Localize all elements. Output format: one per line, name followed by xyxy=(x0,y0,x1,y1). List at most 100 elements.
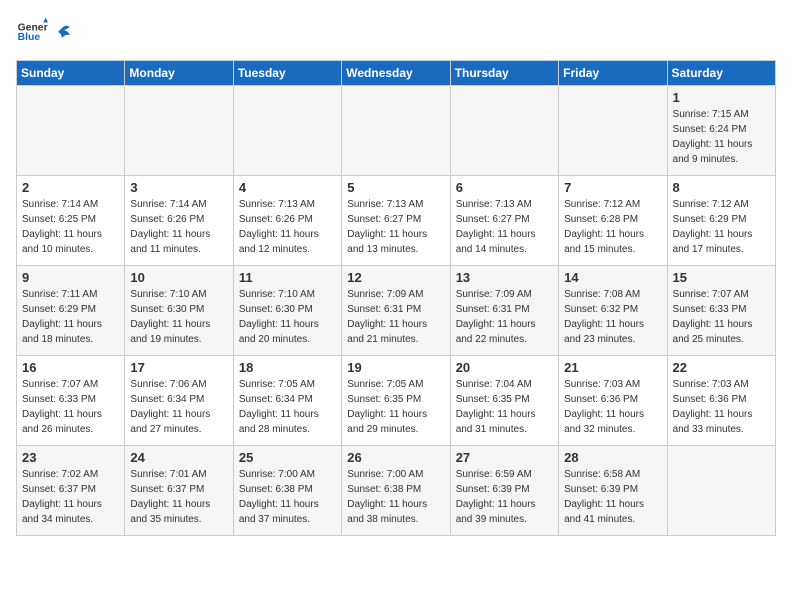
day-detail: Sunrise: 7:03 AM Sunset: 6:36 PM Dayligh… xyxy=(673,377,770,437)
calendar-cell: 20 Sunrise: 7:04 AM Sunset: 6:35 PM Dayli… xyxy=(450,356,558,446)
calendar-cell: 3 Sunrise: 7:14 AM Sunset: 6:26 PM Daylig… xyxy=(125,176,233,266)
calendar-cell: 22 Sunrise: 7:03 AM Sunset: 6:36 PM Dayli… xyxy=(667,356,775,446)
day-number: 25 xyxy=(239,450,336,465)
calendar-week-row: 23 Sunrise: 7:02 AM Sunset: 6:37 PM Dayli… xyxy=(17,446,776,536)
day-detail: Sunrise: 7:15 AM Sunset: 6:24 PM Dayligh… xyxy=(673,107,770,167)
day-number: 27 xyxy=(456,450,553,465)
day-number: 19 xyxy=(347,360,444,375)
svg-text:Blue: Blue xyxy=(18,32,41,43)
calendar-cell: 12 Sunrise: 7:09 AM Sunset: 6:31 PM Dayli… xyxy=(342,266,450,356)
calendar-cell: 15 Sunrise: 7:07 AM Sunset: 6:33 PM Dayli… xyxy=(667,266,775,356)
calendar-cell xyxy=(125,86,233,176)
calendar-cell: 5 Sunrise: 7:13 AM Sunset: 6:27 PM Daylig… xyxy=(342,176,450,266)
calendar-cell: 2Sunrise: 7:14 AM Sunset: 6:25 PM Daylig… xyxy=(17,176,125,266)
calendar-cell: 17 Sunrise: 7:06 AM Sunset: 6:34 PM Dayli… xyxy=(125,356,233,446)
weekday-header: Friday xyxy=(559,61,667,86)
day-detail: Sunrise: 7:12 AM Sunset: 6:28 PM Dayligh… xyxy=(564,197,661,257)
day-number: 15 xyxy=(673,270,770,285)
day-detail: Sunrise: 7:00 AM Sunset: 6:38 PM Dayligh… xyxy=(239,467,336,527)
day-number: 4 xyxy=(239,180,336,195)
calendar-cell: 27 Sunrise: 6:59 AM Sunset: 6:39 PM Dayli… xyxy=(450,446,558,536)
calendar-cell xyxy=(450,86,558,176)
calendar-cell: 25 Sunrise: 7:00 AM Sunset: 6:38 PM Dayli… xyxy=(233,446,341,536)
day-detail: Sunrise: 7:04 AM Sunset: 6:35 PM Dayligh… xyxy=(456,377,553,437)
page-header: General Blue xyxy=(16,16,776,48)
calendar-week-row: 2Sunrise: 7:14 AM Sunset: 6:25 PM Daylig… xyxy=(17,176,776,266)
day-number: 5 xyxy=(347,180,444,195)
calendar-cell xyxy=(559,86,667,176)
day-detail: Sunrise: 7:00 AM Sunset: 6:38 PM Dayligh… xyxy=(347,467,444,527)
calendar-cell: 23 Sunrise: 7:02 AM Sunset: 6:37 PM Dayli… xyxy=(17,446,125,536)
weekday-header: Thursday xyxy=(450,61,558,86)
calendar-cell: 14 Sunrise: 7:08 AM Sunset: 6:32 PM Dayli… xyxy=(559,266,667,356)
weekday-header-row: SundayMondayTuesdayWednesdayThursdayFrid… xyxy=(17,61,776,86)
logo-bird xyxy=(52,24,72,44)
calendar-week-row: 9Sunrise: 7:11 AM Sunset: 6:29 PM Daylig… xyxy=(17,266,776,356)
day-detail: Sunrise: 7:02 AM Sunset: 6:37 PM Dayligh… xyxy=(22,467,119,527)
calendar-cell: 19 Sunrise: 7:05 AM Sunset: 6:35 PM Dayli… xyxy=(342,356,450,446)
calendar-cell xyxy=(342,86,450,176)
day-number: 17 xyxy=(130,360,227,375)
day-detail: Sunrise: 7:08 AM Sunset: 6:32 PM Dayligh… xyxy=(564,287,661,347)
day-detail: Sunrise: 7:09 AM Sunset: 6:31 PM Dayligh… xyxy=(456,287,553,347)
calendar-cell: 21 Sunrise: 7:03 AM Sunset: 6:36 PM Dayli… xyxy=(559,356,667,446)
day-detail: Sunrise: 7:10 AM Sunset: 6:30 PM Dayligh… xyxy=(130,287,227,347)
day-number: 3 xyxy=(130,180,227,195)
day-number: 13 xyxy=(456,270,553,285)
calendar-cell: 1Sunrise: 7:15 AM Sunset: 6:24 PM Daylig… xyxy=(667,86,775,176)
day-number: 2 xyxy=(22,180,119,195)
calendar-table: SundayMondayTuesdayWednesdayThursdayFrid… xyxy=(16,60,776,536)
day-detail: Sunrise: 7:07 AM Sunset: 6:33 PM Dayligh… xyxy=(22,377,119,437)
day-number: 23 xyxy=(22,450,119,465)
day-number: 22 xyxy=(673,360,770,375)
logo: General Blue xyxy=(16,16,72,48)
day-detail: Sunrise: 7:14 AM Sunset: 6:26 PM Dayligh… xyxy=(130,197,227,257)
logo-icon: General Blue xyxy=(16,16,48,48)
day-detail: Sunrise: 7:03 AM Sunset: 6:36 PM Dayligh… xyxy=(564,377,661,437)
calendar-cell: 13 Sunrise: 7:09 AM Sunset: 6:31 PM Dayli… xyxy=(450,266,558,356)
day-detail: Sunrise: 7:07 AM Sunset: 6:33 PM Dayligh… xyxy=(673,287,770,347)
weekday-header: Saturday xyxy=(667,61,775,86)
weekday-header: Sunday xyxy=(17,61,125,86)
day-detail: Sunrise: 7:09 AM Sunset: 6:31 PM Dayligh… xyxy=(347,287,444,347)
day-detail: Sunrise: 6:59 AM Sunset: 6:39 PM Dayligh… xyxy=(456,467,553,527)
day-detail: Sunrise: 7:05 AM Sunset: 6:34 PM Dayligh… xyxy=(239,377,336,437)
day-number: 26 xyxy=(347,450,444,465)
calendar-cell xyxy=(667,446,775,536)
day-number: 7 xyxy=(564,180,661,195)
day-number: 8 xyxy=(673,180,770,195)
calendar-cell: 6Sunrise: 7:13 AM Sunset: 6:27 PM Daylig… xyxy=(450,176,558,266)
day-number: 28 xyxy=(564,450,661,465)
calendar-cell: 4 Sunrise: 7:13 AM Sunset: 6:26 PM Daylig… xyxy=(233,176,341,266)
day-number: 21 xyxy=(564,360,661,375)
day-number: 16 xyxy=(22,360,119,375)
day-number: 24 xyxy=(130,450,227,465)
weekday-header: Monday xyxy=(125,61,233,86)
day-number: 12 xyxy=(347,270,444,285)
calendar-cell: 7 Sunrise: 7:12 AM Sunset: 6:28 PM Daylig… xyxy=(559,176,667,266)
calendar-cell: 10 Sunrise: 7:10 AM Sunset: 6:30 PM Dayli… xyxy=(125,266,233,356)
day-detail: Sunrise: 7:13 AM Sunset: 6:26 PM Dayligh… xyxy=(239,197,336,257)
day-number: 14 xyxy=(564,270,661,285)
calendar-cell xyxy=(233,86,341,176)
day-number: 10 xyxy=(130,270,227,285)
day-detail: Sunrise: 7:11 AM Sunset: 6:29 PM Dayligh… xyxy=(22,287,119,347)
day-detail: Sunrise: 7:01 AM Sunset: 6:37 PM Dayligh… xyxy=(130,467,227,527)
day-number: 11 xyxy=(239,270,336,285)
calendar-cell: 9Sunrise: 7:11 AM Sunset: 6:29 PM Daylig… xyxy=(17,266,125,356)
day-detail: Sunrise: 7:10 AM Sunset: 6:30 PM Dayligh… xyxy=(239,287,336,347)
day-detail: Sunrise: 7:13 AM Sunset: 6:27 PM Dayligh… xyxy=(347,197,444,257)
calendar-cell: 8 Sunrise: 7:12 AM Sunset: 6:29 PM Daylig… xyxy=(667,176,775,266)
day-detail: Sunrise: 7:13 AM Sunset: 6:27 PM Dayligh… xyxy=(456,197,553,257)
calendar-cell: 26 Sunrise: 7:00 AM Sunset: 6:38 PM Dayli… xyxy=(342,446,450,536)
weekday-header: Wednesday xyxy=(342,61,450,86)
day-number: 18 xyxy=(239,360,336,375)
day-detail: Sunrise: 7:12 AM Sunset: 6:29 PM Dayligh… xyxy=(673,197,770,257)
calendar-cell: 16 Sunrise: 7:07 AM Sunset: 6:33 PM Dayli… xyxy=(17,356,125,446)
weekday-header: Tuesday xyxy=(233,61,341,86)
calendar-cell: 24 Sunrise: 7:01 AM Sunset: 6:37 PM Dayli… xyxy=(125,446,233,536)
day-detail: Sunrise: 7:06 AM Sunset: 6:34 PM Dayligh… xyxy=(130,377,227,437)
day-number: 20 xyxy=(456,360,553,375)
day-detail: Sunrise: 7:05 AM Sunset: 6:35 PM Dayligh… xyxy=(347,377,444,437)
calendar-week-row: 1Sunrise: 7:15 AM Sunset: 6:24 PM Daylig… xyxy=(17,86,776,176)
